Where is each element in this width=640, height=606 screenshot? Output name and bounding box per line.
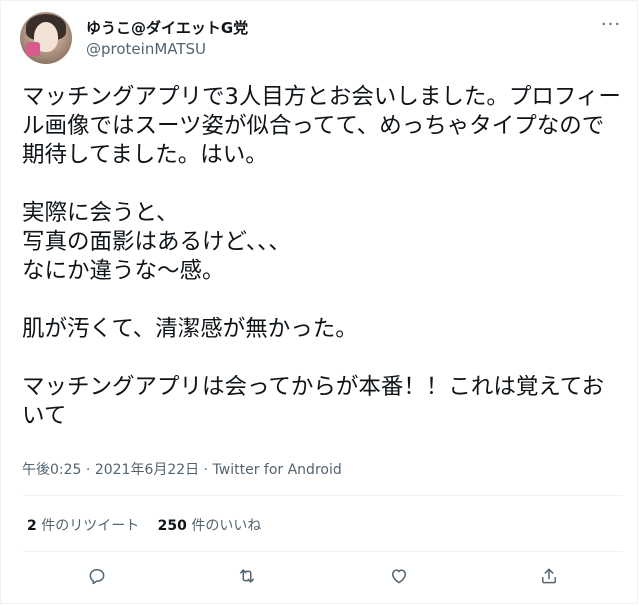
like-icon[interactable] [383,560,415,592]
tweet-paragraph: 肌が汚くて、清潔感が無かった。 [22,316,358,342]
share-icon[interactable] [533,560,565,592]
tweet-time[interactable]: 午後0:25 [22,462,81,478]
tweet-paragraph: マッチングアプリで3人目方とお会いしました。プロフィール画像ではスーツ姿が似合っ… [22,84,621,168]
user-handle[interactable]: @proteinMATSU [86,40,206,58]
action-bar [1,560,639,592]
tweet-paragraph: 実際に会うと、 写真の面影はあるけど、、、 なにか違うな〜感。 [22,200,291,284]
retweets-stat[interactable]: 2 件のリツイート [27,515,139,535]
tweet-source[interactable]: Twitter for Android [213,462,342,478]
meta-separator: · [81,462,95,478]
reply-icon[interactable] [81,560,113,592]
tweet-paragraph: マッチングアプリは会ってからが本番！！これは覚えておいて [22,374,605,429]
divider [22,495,623,496]
retweets-count: 2 [27,518,37,534]
tweet-text: マッチングアプリで3人目方とお会いしました。プロフィール画像ではスーツ姿が似合っ… [22,83,626,431]
retweets-label: 件のリツイート [41,518,140,534]
avatar[interactable] [20,12,72,64]
display-name[interactable]: ゆうこ@ダイエットG党 [86,17,248,38]
likes-label: 件のいいね [191,518,262,534]
tweet-meta: 午後0:25 · 2021年6月22日 · Twitter for Androi… [22,459,342,479]
tweet-stats: 2 件のリツイート 250 件のいいね [27,515,275,535]
retweet-icon[interactable] [231,560,263,592]
divider [22,551,623,552]
likes-stat[interactable]: 250 件のいいね [158,515,262,535]
tweet-date[interactable]: 2021年6月22日 [95,462,199,478]
avatar-accessory [26,42,40,56]
meta-separator: · [199,462,213,478]
more-options-icon[interactable]: ··· [597,15,625,35]
likes-count: 250 [157,518,187,534]
tweet-card: ゆうこ@ダイエットG党 @proteinMATSU ··· マッチングアプリで3… [0,0,638,604]
